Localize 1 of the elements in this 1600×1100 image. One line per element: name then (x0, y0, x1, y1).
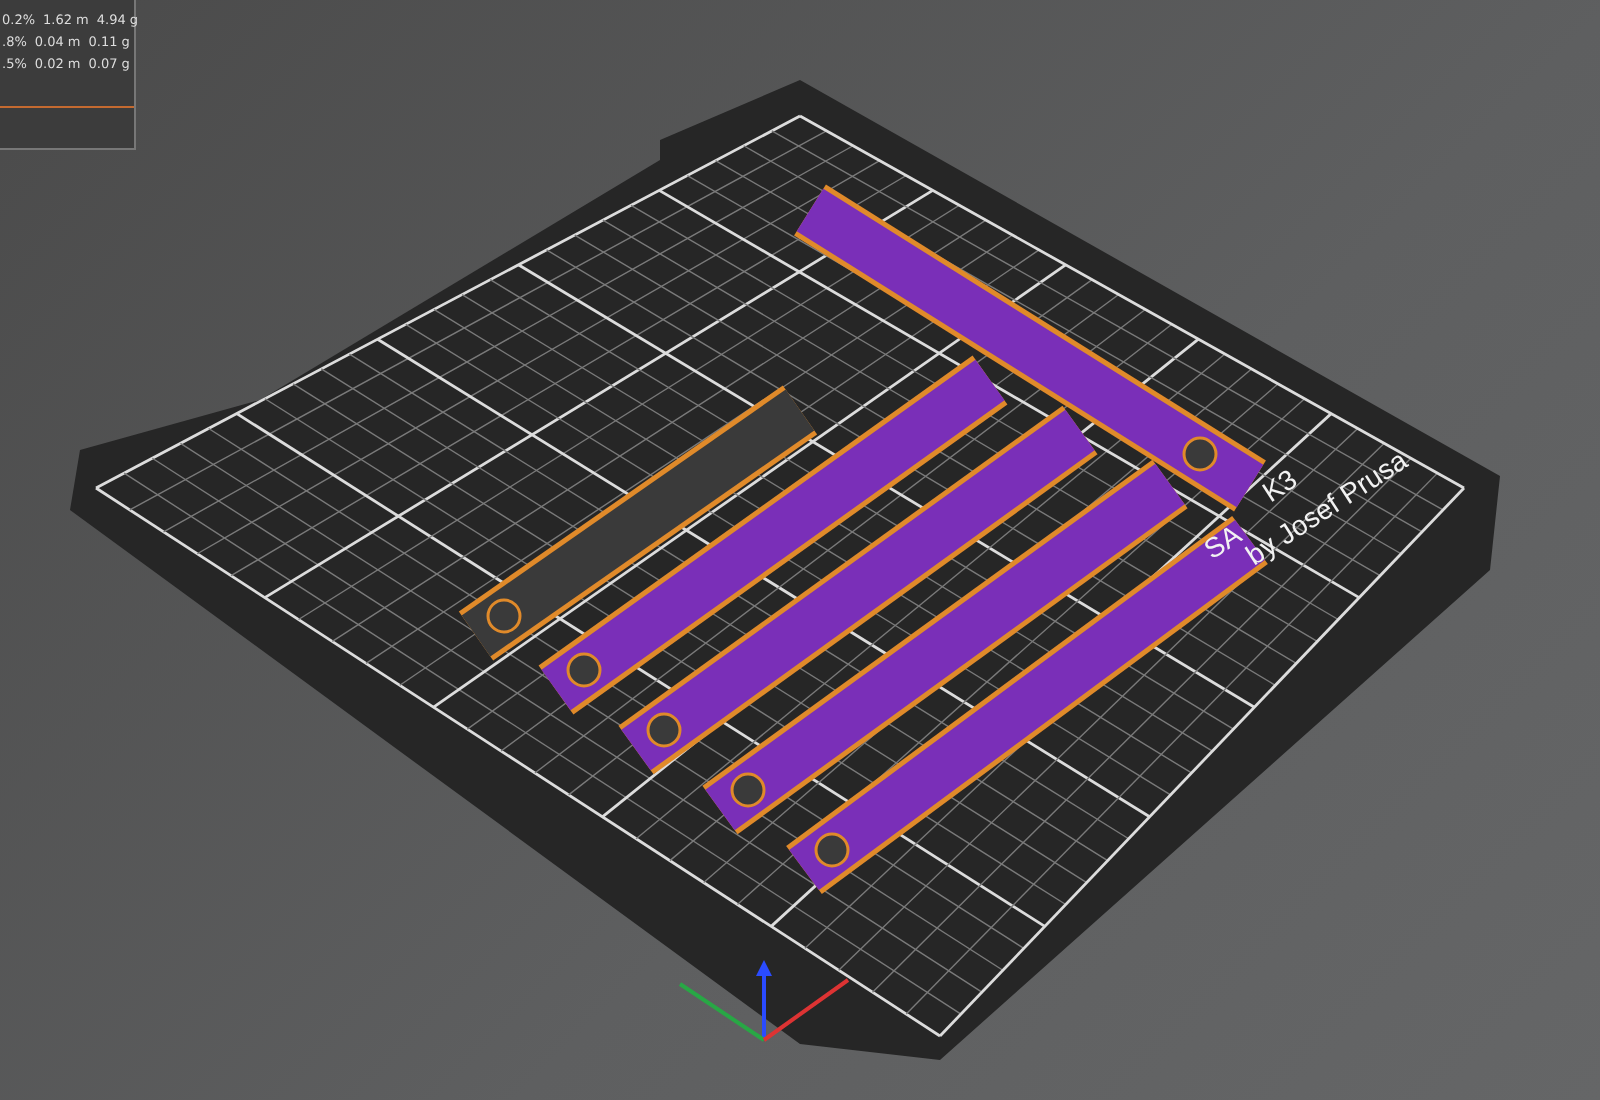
bed-logo-text: SA (1197, 517, 1247, 566)
